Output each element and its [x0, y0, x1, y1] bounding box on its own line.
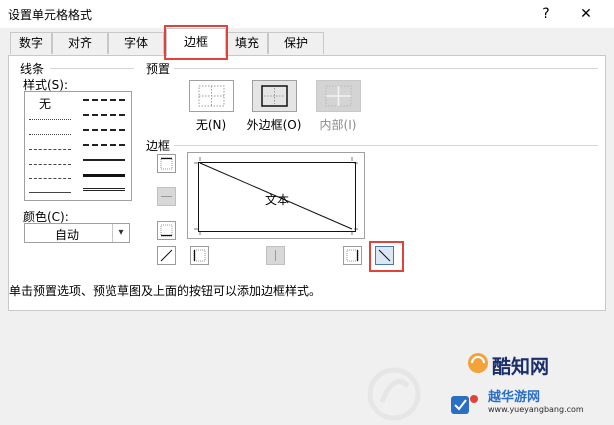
border-left-button[interactable]	[190, 246, 209, 265]
preset-outline-label: 外边框(O)	[246, 118, 302, 132]
presets-title: 预置	[146, 62, 171, 76]
line-style-slant-dash-dot[interactable]	[83, 114, 125, 116]
border-inside-vertical-icon	[275, 250, 276, 261]
tab-highlight-box	[164, 25, 228, 60]
watermark-brand-text: 酷知网	[492, 356, 550, 378]
line-group-divider	[50, 68, 134, 69]
line-style-list[interactable]: 无	[24, 91, 132, 201]
line-style-double[interactable]	[83, 188, 125, 191]
color-select[interactable]: 自动 ▾	[24, 223, 130, 243]
line-group-title: 线条	[20, 62, 45, 76]
border-diagonal-up-button[interactable]	[157, 246, 176, 265]
preset-none-button[interactable]	[189, 80, 234, 112]
line-style-dash-dot-dot[interactable]	[29, 149, 71, 150]
site-logo-icon	[450, 393, 480, 417]
tab-number[interactable]: 数字	[10, 32, 52, 54]
watermark-circle-icon	[367, 367, 421, 421]
border-top-icon	[160, 157, 173, 170]
border-right-button[interactable]	[343, 246, 362, 265]
preset-outline-button[interactable]	[252, 80, 297, 112]
help-button[interactable]: ?	[534, 3, 558, 25]
dialog-title: 设置单元格格式	[8, 8, 93, 22]
hint-text: 单击预置选项、预览草图及上面的按钮可以添加边框样式。	[9, 284, 322, 298]
line-style-dashed[interactable]	[29, 178, 71, 179]
border-right-icon	[346, 249, 359, 262]
border-bottom-icon	[160, 224, 173, 237]
border-title: 边框	[146, 139, 171, 153]
line-style-thin[interactable]	[29, 192, 71, 193]
diagonal-up-icon	[160, 249, 173, 262]
brand-logo-icon	[466, 352, 490, 374]
preset-outline-icon	[261, 85, 288, 107]
preset-none-label: 无(N)	[195, 118, 227, 132]
line-style-thick[interactable]	[83, 174, 125, 177]
line-style-medium-dash-dot-dot[interactable]	[83, 99, 125, 101]
chevron-down-icon[interactable]: ▾	[112, 224, 129, 242]
tab-fill[interactable]: 填充	[226, 32, 268, 54]
border-top-button[interactable]	[157, 154, 176, 173]
preset-none-icon	[198, 85, 225, 107]
tab-protection[interactable]: 保护	[268, 32, 324, 54]
tab-alignment[interactable]: 对齐	[52, 32, 108, 54]
line-style-medium-dash-dot[interactable]	[83, 129, 125, 131]
watermark-url-text: www.yueyangbang.com	[488, 405, 584, 414]
border-inside-horizontal-icon	[161, 196, 172, 197]
preset-inside-label: 内部(I)	[319, 118, 357, 132]
preset-inside-icon	[325, 85, 352, 107]
color-select-value: 自动	[55, 228, 80, 242]
preview-sample-text: 文本	[265, 193, 290, 207]
diagonal-button-highlight-box	[369, 241, 404, 272]
border-left-icon	[193, 249, 206, 262]
preset-inside-button[interactable]	[316, 80, 361, 112]
watermark-site-text: 越华游网	[488, 390, 541, 405]
line-style-medium-dashed[interactable]	[83, 144, 125, 146]
border-inside-horizontal-button[interactable]	[157, 187, 176, 206]
line-style-none[interactable]: 无	[39, 95, 51, 112]
line-style-dotted[interactable]	[29, 134, 71, 135]
line-style-hair[interactable]	[29, 119, 71, 120]
close-button[interactable]: ✕	[574, 3, 598, 25]
border-divider	[174, 145, 598, 146]
tab-font[interactable]: 字体	[108, 32, 164, 54]
presets-divider	[174, 68, 598, 69]
watermark-logo	[362, 360, 426, 422]
title-bar	[0, 0, 614, 28]
border-inside-vertical-button[interactable]	[266, 246, 285, 265]
border-bottom-button[interactable]	[157, 221, 176, 240]
border-preview[interactable]: 文本	[187, 152, 365, 239]
line-style-medium[interactable]	[83, 159, 125, 161]
line-style-dash-dot[interactable]	[29, 164, 71, 165]
